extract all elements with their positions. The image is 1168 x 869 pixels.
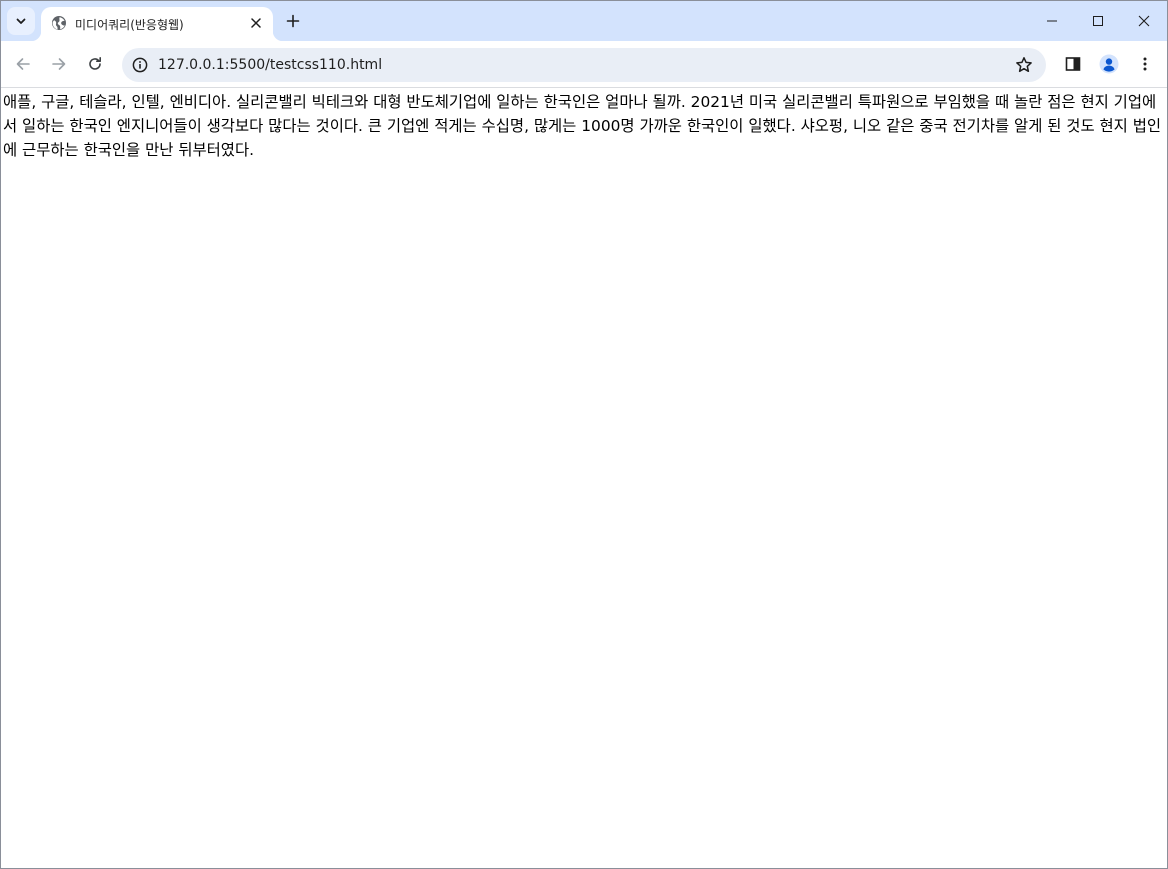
close-icon [1138, 15, 1150, 27]
minimize-button[interactable] [1029, 1, 1075, 41]
arrow-right-icon [52, 58, 66, 70]
arrow-left-icon [16, 58, 30, 70]
forward-button[interactable] [45, 50, 73, 78]
bookmark-star-button[interactable] [1012, 53, 1036, 77]
close-icon [251, 18, 261, 28]
maximize-button[interactable] [1075, 1, 1121, 41]
browser-window: 미디어쿼리(반응형웹) 127.0.0.1:5500/testcss110.ht… [0, 0, 1168, 869]
more-vert-icon [1143, 57, 1147, 71]
reload-icon [89, 57, 101, 70]
reload-button[interactable] [81, 50, 109, 78]
active-tab[interactable]: 미디어쿼리(반응형웹) [31, 7, 283, 41]
browser-toolbar: 127.0.0.1:5500/testcss110.html [1, 41, 1167, 88]
new-tab-button[interactable] [281, 9, 305, 33]
maximize-icon [1093, 16, 1103, 26]
plus-icon [286, 14, 300, 28]
info-icon [132, 57, 148, 73]
site-info-button[interactable] [128, 53, 152, 77]
side-panel-button[interactable] [1059, 50, 1087, 78]
tab-close-button[interactable] [247, 14, 265, 32]
star-icon [1016, 57, 1032, 73]
side-panel-icon [1065, 57, 1081, 71]
tab-title: 미디어쿼리(반응형웹) [75, 18, 184, 32]
page-viewport: 애플, 구글, 테슬라, 인텔, 엔비디아. 실리콘밸리 빅테크와 대형 반도체… [1, 88, 1167, 868]
profile-button[interactable] [1095, 50, 1123, 78]
globe-icon [52, 16, 66, 30]
back-button[interactable] [9, 50, 37, 78]
minimize-icon [1047, 20, 1057, 22]
more-menu-button[interactable] [1131, 50, 1159, 78]
chevron-down-icon [16, 18, 26, 24]
article-paragraph: 애플, 구글, 테슬라, 인텔, 엔비디아. 실리콘밸리 빅테크와 대형 반도체… [3, 93, 1162, 159]
address-bar[interactable]: 127.0.0.1:5500/testcss110.html [122, 48, 1046, 82]
avatar-icon [1099, 54, 1119, 74]
tab-strip: 미디어쿼리(반응형웹) [1, 1, 1167, 41]
window-close-button[interactable] [1121, 1, 1167, 41]
url-text[interactable]: 127.0.0.1:5500/testcss110.html [158, 57, 382, 73]
